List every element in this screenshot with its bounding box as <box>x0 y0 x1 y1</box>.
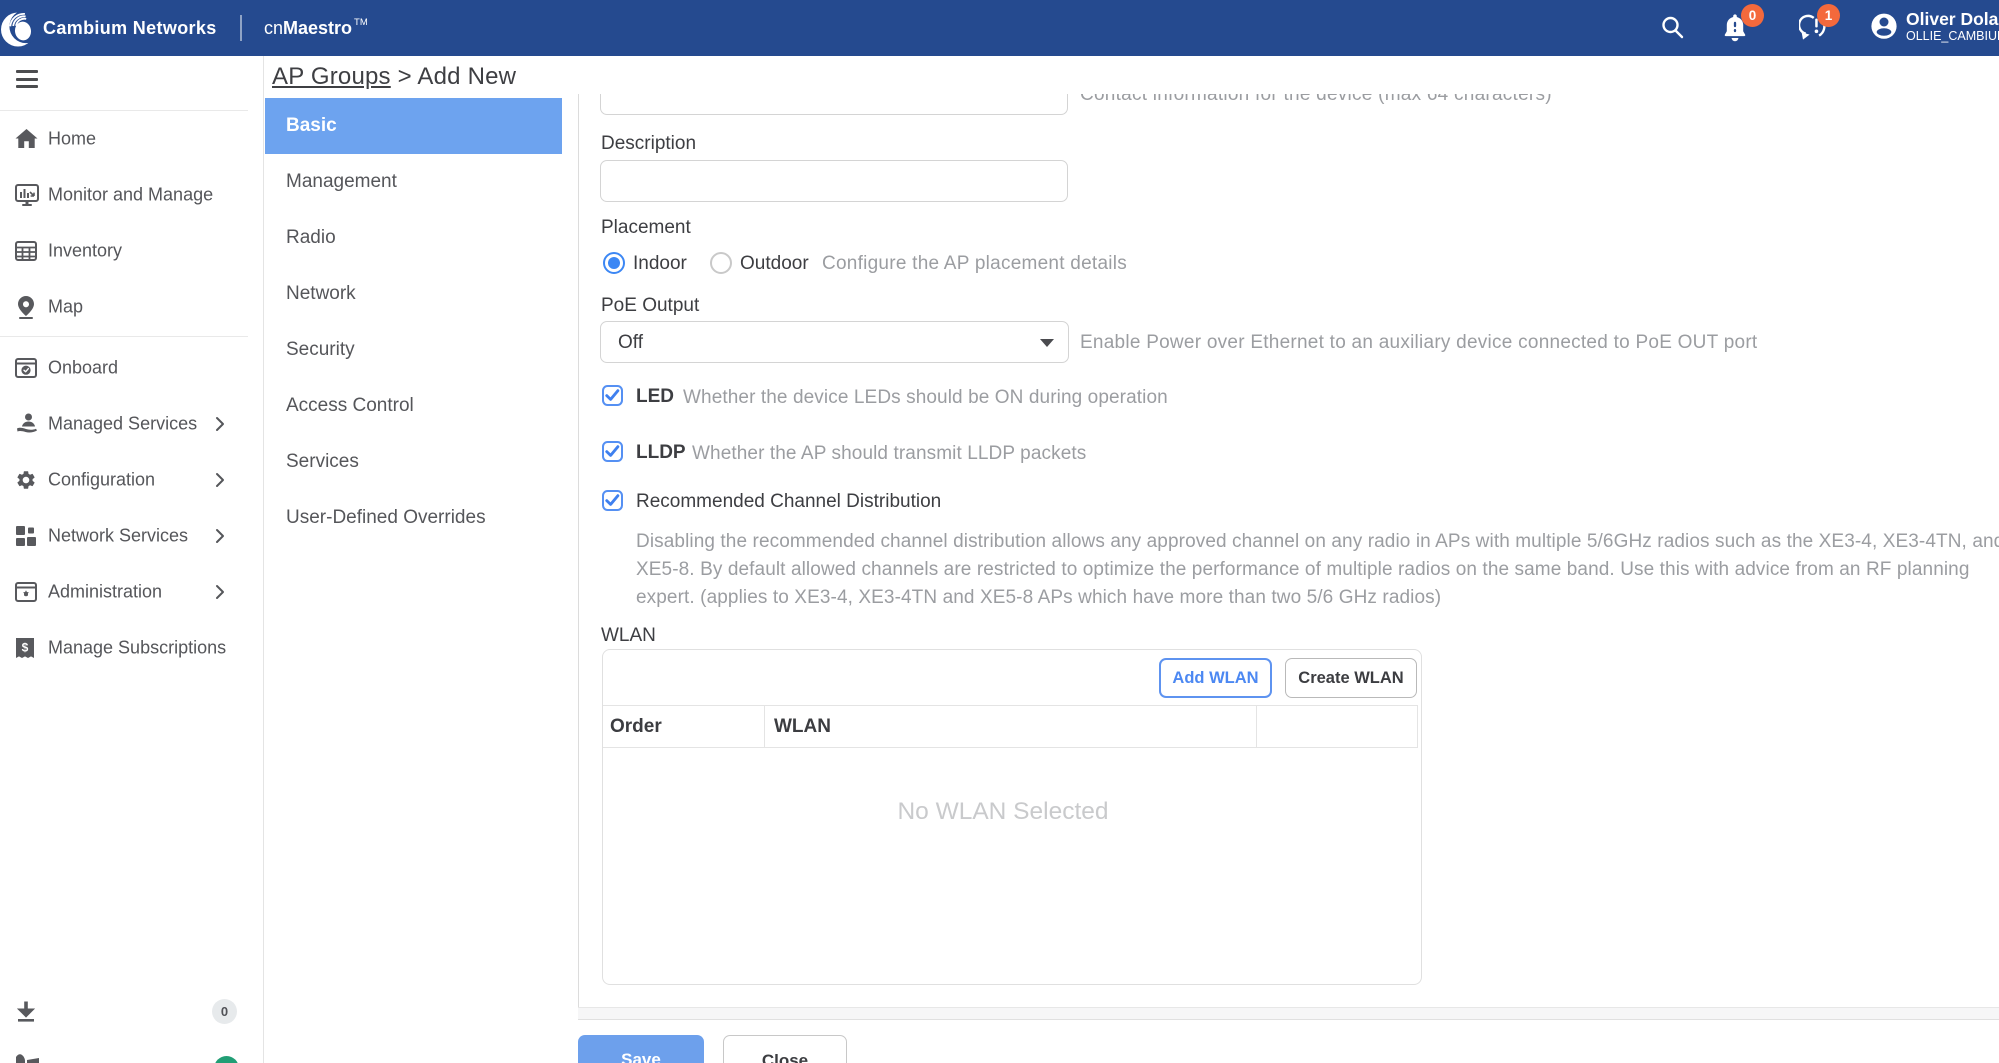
svg-text:$: $ <box>22 641 29 655</box>
